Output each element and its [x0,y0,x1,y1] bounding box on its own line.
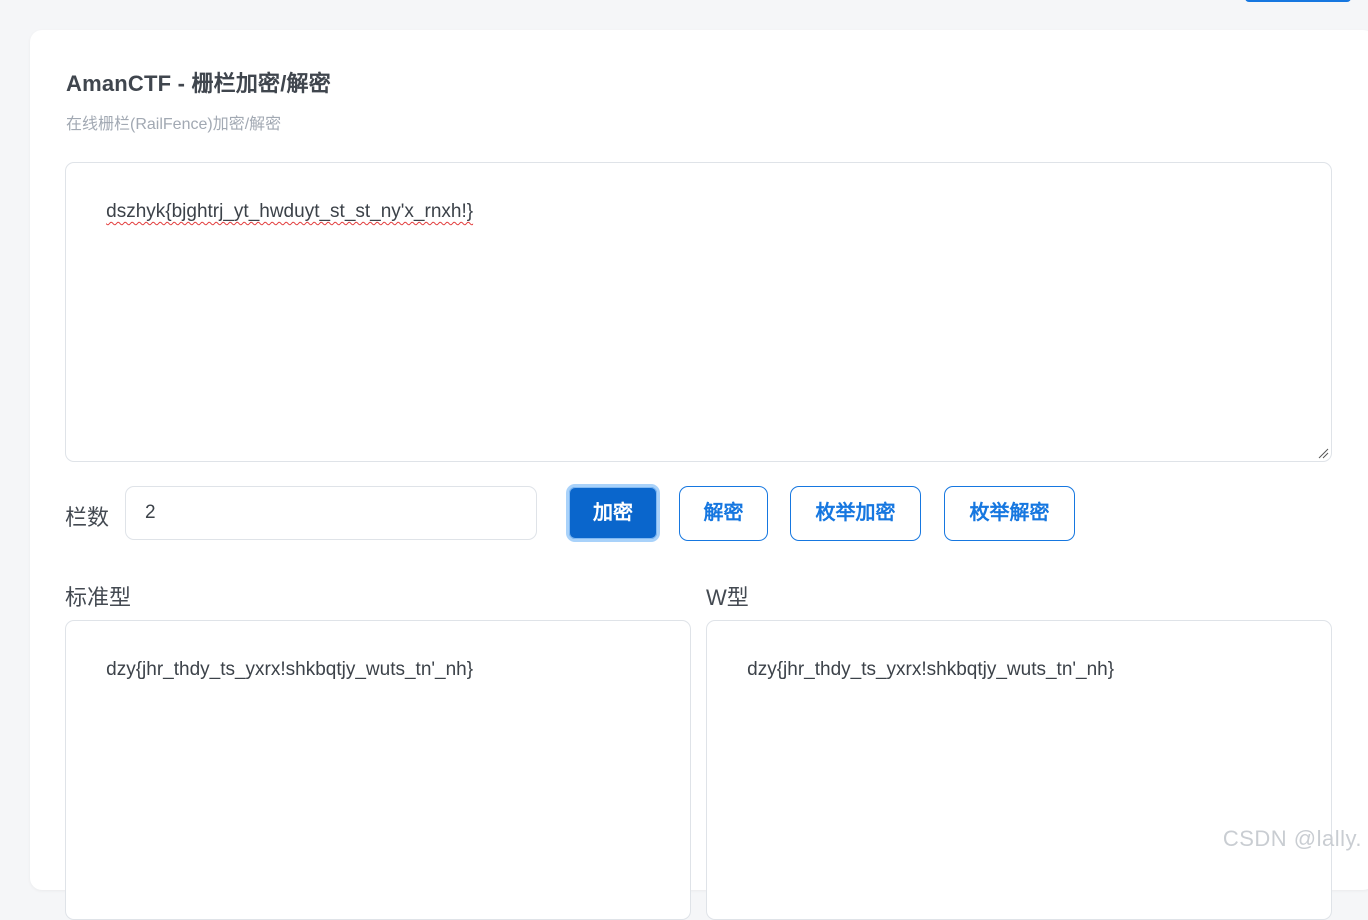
standard-output-textarea[interactable]: dzy{jhr_thdy_ts_yxrx!shkbqtjy_wuts_tn'_n… [65,620,691,920]
w-output-label: W型 [706,580,749,612]
tool-card: AmanCTF - 栅栏加密/解密 在线栅栏(RailFence)加密/解密 d… [30,30,1368,890]
input-text: dszhyk{bjghtrj_yt_hwduyt_st_st_ny'x_rnxh… [106,201,473,222]
page-title: AmanCTF - 栅栏加密/解密 [66,66,331,98]
encrypt-button[interactable]: 加密 [566,484,660,542]
resize-grip-icon[interactable] [1317,447,1329,459]
watermark: CSDN @lally. [1223,826,1362,852]
decrypt-button[interactable]: 解密 [679,486,768,541]
page-subtitle: 在线栅栏(RailFence)加密/解密 [66,110,281,134]
input-textarea[interactable]: dszhyk{bjghtrj_yt_hwduyt_st_st_ny'x_rnxh… [65,162,1332,462]
top-accent-bar [1245,0,1351,2]
w-output-text: dzy{jhr_thdy_ts_yxrx!shkbqtjy_wuts_tn'_n… [747,659,1114,680]
rails-label: 栏数 [65,500,109,532]
rails-input[interactable]: 2 [125,486,537,540]
enum-encrypt-button[interactable]: 枚举加密 [790,486,921,541]
standard-output-label: 标准型 [65,580,131,612]
standard-output-text: dzy{jhr_thdy_ts_yxrx!shkbqtjy_wuts_tn'_n… [106,659,473,680]
w-output-textarea[interactable]: dzy{jhr_thdy_ts_yxrx!shkbqtjy_wuts_tn'_n… [706,620,1332,920]
enum-decrypt-button[interactable]: 枚举解密 [944,486,1075,541]
